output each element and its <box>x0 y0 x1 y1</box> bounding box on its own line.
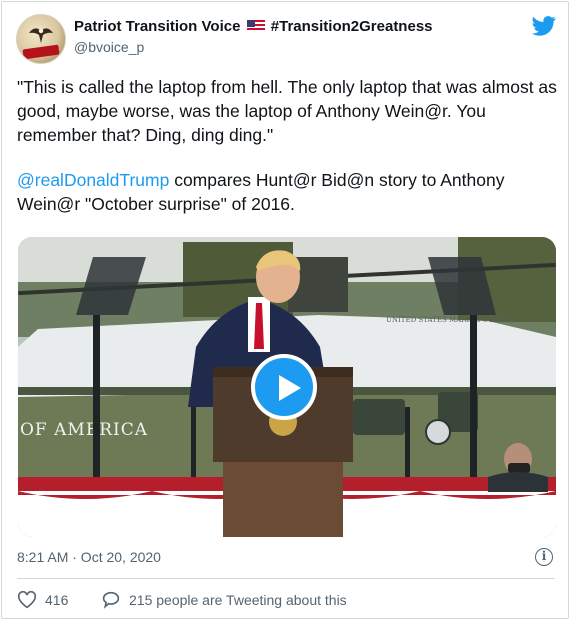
us-flag-icon <box>246 20 265 32</box>
heart-icon <box>17 591 37 609</box>
info-icon[interactable]: i <box>535 548 553 566</box>
video-player[interactable]: OF AMERICA UNITED STATES MARINE CORPS <box>18 237 556 537</box>
speech-bubble-icon <box>102 591 120 609</box>
reply-button[interactable]: 215 people are Tweeting about this <box>101 591 347 609</box>
tweet-timestamp[interactable]: 8:21 AM · Oct 20, 2020 <box>17 549 161 565</box>
author-name[interactable]: Patriot Transition Voice <box>74 18 240 35</box>
twitter-bird-icon[interactable] <box>532 16 556 36</box>
tweet-body: @realDonaldTrump compares Hunt@r Bid@n s… <box>17 168 562 216</box>
helicopter-lettering: OF AMERICA <box>20 420 148 440</box>
author-handle[interactable]: @bvoice_p <box>74 39 144 55</box>
play-icon[interactable] <box>251 354 317 420</box>
mention-link[interactable]: @realDonaldTrump <box>17 170 169 190</box>
like-count: 416 <box>45 592 69 608</box>
tweet-card: Patriot Transition Voice #Transition2Gre… <box>1 1 569 619</box>
helicopter-marine-lettering: UNITED STATES MARINE CORPS <box>386 316 509 324</box>
author-avatar[interactable] <box>16 14 66 64</box>
divider <box>17 578 555 579</box>
tweet-quote: "This is called the laptop from hell. Th… <box>17 77 557 145</box>
like-button[interactable]: 416 <box>17 591 68 609</box>
author-hashtag: #Transition2Greatness <box>270 18 433 35</box>
reply-text: 215 people are Tweeting about this <box>129 592 347 608</box>
eagle-logo-icon <box>29 28 53 43</box>
tweet-text: "This is called the laptop from hell. Th… <box>17 75 562 237</box>
author-name-row[interactable]: Patriot Transition Voice #Transition2Gre… <box>74 18 433 35</box>
